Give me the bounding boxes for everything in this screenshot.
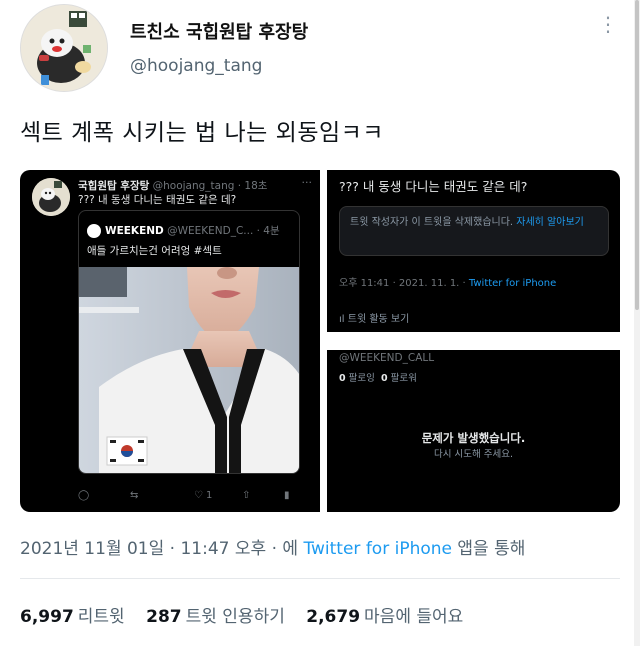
share-icon: ⇧ [242, 490, 251, 501]
timestamp-text: 오후 11:41 · 2021. 11. 1. · [339, 278, 469, 289]
embedded-tweet-text: ??? 내 동생 다니는 태권도 같은 데? [78, 194, 237, 206]
heart-icon: ♡ [194, 490, 203, 501]
tweet-date[interactable]: 2021년 11월 01일 [20, 539, 164, 559]
tweet-activity-label: 트윗 활동 보기 [347, 314, 410, 325]
deleted-tweet-notice: 트윗 작성자가 이 트윗을 삭제했습니다. 자세히 알아보기 [339, 206, 609, 256]
quoted-tweet: WEEKEND @WEEKEND_C... · 4분 애들 가르치는건 어려엉 … [78, 210, 300, 474]
like-label[interactable]: 마음에 들어요 [364, 607, 463, 627]
followers-label: 팔로워 [390, 373, 417, 384]
embedded-actions: ◯ ⇆ ♡ 1 ⇧ ▮ [78, 490, 308, 506]
following-label: 팔로잉 [348, 373, 375, 384]
author-handle[interactable]: @hoojang_tang [130, 56, 262, 76]
media-image-2[interactable]: ??? 내 동생 다니는 태권도 같은 데? 트윗 작성자가 이 트윗을 삭제했… [327, 170, 620, 332]
author-avatar[interactable] [20, 4, 108, 92]
embedded-avatar [32, 178, 70, 216]
media-image-1[interactable]: 국힙원탑 후장탕 @hoojang_tang · 18초 ··· ??? 내 동… [20, 170, 320, 512]
deleted-parent-text: ??? 내 동생 다니는 태권도 같은 데? [339, 179, 528, 194]
like-count: 1 [206, 490, 213, 501]
quoted-author-name: WEEKEND [105, 225, 164, 237]
client-link: Twitter for iPhone [468, 278, 557, 289]
more-vertical-icon[interactable]: ⋮ [598, 14, 618, 34]
meta-separator: · 에 [266, 539, 304, 559]
tweet-header: 트친소 국힙원탑 후장탕 @hoojang_tang ⋮ [20, 4, 620, 92]
quoted-avatar [87, 224, 101, 238]
author-display-name[interactable]: 트친소 국힙원탑 후장탕 [130, 18, 308, 44]
quote-count[interactable]: 287 [146, 607, 182, 627]
retweet-label[interactable]: 리트윗 [78, 607, 125, 627]
analytics-icon: ıl [339, 314, 348, 325]
embedded-author-meta: @hoojang_tang · 18초 [149, 180, 268, 192]
tweet-activity: ıl 트윗 활동 보기 [339, 310, 409, 325]
media-image-3[interactable]: @WEEKEND_CALL 0 팔로잉 0 팔로워 문제가 발생했습니다. 다시… [327, 350, 620, 512]
client-link[interactable]: Twitter for iPhone [303, 539, 452, 559]
quoted-author: WEEKEND @WEEKEND_C... · 4분 [87, 223, 280, 238]
retweet-count[interactable]: 6,997 [20, 607, 74, 627]
error-retry: 다시 시도해 주세요. [434, 449, 513, 460]
tweet-timestamp: 오후 11:41 · 2021. 11. 1. · Twitter for iP… [339, 274, 556, 289]
scrollbar[interactable] [634, 0, 640, 646]
embedded-author-name: 국힙원탑 후장탕 [78, 180, 150, 192]
deleted-notice-text: 트윗 작성자가 이 트윗을 삭제했습니다. [350, 217, 517, 228]
quote-label[interactable]: 트윗 인용하기 [186, 607, 285, 627]
followers-count: 0 [380, 373, 388, 384]
tweet-meta: 2021년 11월 01일 · 11:47 오후 · 에 Twitter for… [20, 534, 525, 559]
follow-counts: 0 팔로잉 0 팔로워 [339, 370, 417, 384]
error-title: 문제가 발생했습니다. [421, 431, 526, 445]
profile-handle: @WEEKEND_CALL [339, 352, 435, 364]
meta-suffix: 앱을 통해 [451, 539, 526, 559]
analytics-icon: ▮ [284, 490, 290, 501]
reply-icon: ◯ [78, 490, 90, 501]
tweet-time[interactable]: 11:47 오후 [180, 539, 266, 559]
quoted-tweet-text: 애들 가르치는건 어려엉 #섹트 [87, 245, 222, 257]
scrollbar-thumb[interactable] [635, 0, 639, 310]
embedded-more-icon: ··· [301, 176, 313, 189]
quoted-photo [79, 267, 299, 473]
quoted-author-meta: @WEEKEND_C... · 4분 [163, 225, 280, 237]
tweet-media[interactable]: 국힙원탑 후장탕 @hoojang_tang · 18초 ··· ??? 내 동… [20, 170, 620, 512]
tweet-stats: 6,997 리트윗 287 트윗 인용하기 2,679 마음에 들어요 [20, 602, 479, 627]
learn-more-link: 자세히 알아보기 [516, 217, 584, 228]
following-count: 0 [339, 373, 346, 384]
meta-separator: · [164, 539, 181, 559]
cartoon-avatar-icon [21, 5, 107, 91]
retweet-icon: ⇆ [130, 490, 139, 501]
tweet-text: 섹트 계폭 시키는 법 나는 외동임ㅋㅋ [20, 120, 384, 146]
like-count[interactable]: 2,679 [306, 607, 360, 627]
embedded-author: 국힙원탑 후장탕 @hoojang_tang · 18초 [78, 178, 267, 193]
divider [20, 578, 620, 579]
